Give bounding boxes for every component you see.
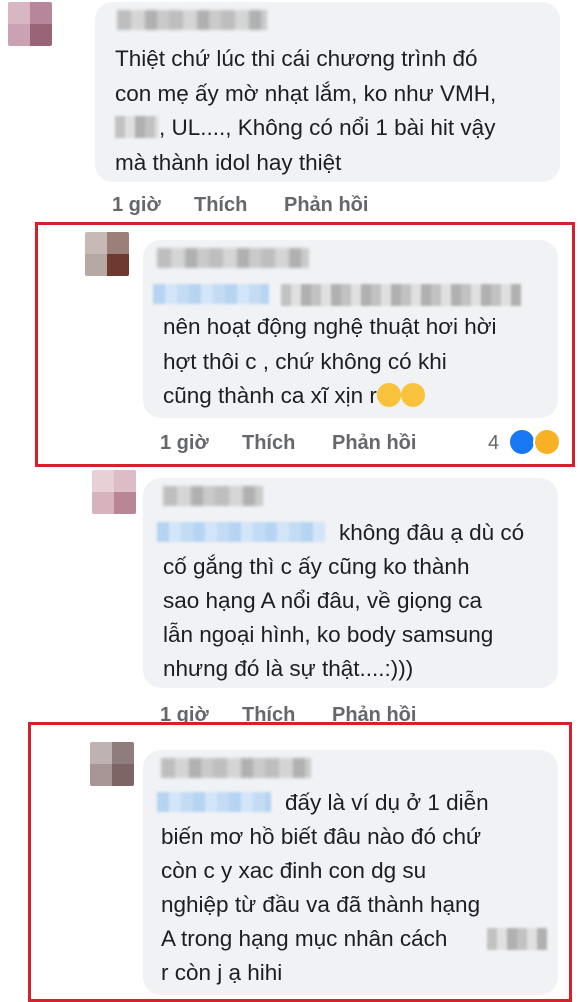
timestamp[interactable]: 1 giờ bbox=[112, 194, 161, 217]
blurred-text bbox=[487, 928, 547, 950]
author-name-blurred[interactable] bbox=[161, 758, 311, 778]
tagged-name-blurred[interactable] bbox=[157, 522, 325, 542]
comment-line: , UL...., Không có nổi 1 bài hit vậy bbox=[159, 115, 496, 140]
comment-line: nghiệp từ đầu va đã thành hạng bbox=[161, 892, 481, 917]
avatar[interactable] bbox=[90, 742, 134, 786]
avatar[interactable] bbox=[85, 232, 129, 276]
avatar[interactable] bbox=[8, 2, 52, 46]
comment-line: cố gắng thì c ấy cũng ko thành bbox=[163, 554, 470, 579]
comment-line: Thiệt chứ lúc thi cái chương trình đó bbox=[115, 46, 478, 71]
comment-line: sao hạng A nổi đâu, về giọng ca bbox=[163, 588, 483, 613]
reply-link[interactable]: Phản hồi bbox=[332, 432, 416, 455]
avatar[interactable] bbox=[92, 470, 136, 514]
comment-line: biến mơ hồ biết đâu nào đó chứ bbox=[161, 824, 482, 849]
like-link[interactable]: Thích bbox=[194, 194, 247, 217]
like-link[interactable]: Thích bbox=[242, 432, 295, 455]
comment-line: không đâu ạ dù có bbox=[339, 520, 525, 545]
comment-bubble: nên hoạt động nghệ thuật hơi hời hợt thô… bbox=[143, 240, 558, 418]
comment-line: r còn j ạ hihi bbox=[161, 960, 283, 985]
timestamp[interactable]: 1 giờ bbox=[160, 432, 209, 455]
author-name-blurred[interactable] bbox=[163, 486, 263, 506]
blurred-text bbox=[115, 116, 159, 138]
comment-bubble: không đâu ạ dù có cố gắng thì c ấy cũng … bbox=[143, 478, 558, 688]
comment-line: hợt thôi c , chứ không có khi bbox=[163, 349, 447, 374]
comment-line: nhưng đó là sự thật....:))) bbox=[163, 656, 414, 681]
haha-reaction-icon bbox=[533, 428, 561, 456]
crying-emoji-icon bbox=[400, 383, 425, 407]
comment-line: lẫn ngoại hình, ko body samsung bbox=[163, 622, 494, 647]
comment-line: A trong hạng mục nhân cách bbox=[161, 926, 448, 951]
comment-line: nên hoạt động nghệ thuật hơi hời bbox=[163, 314, 497, 339]
comment-line: cũng thành ca xĩ xịn r bbox=[163, 379, 425, 414]
comment-line: mà thành idol hay thiệt bbox=[115, 150, 342, 175]
crying-emoji-icon bbox=[376, 383, 401, 407]
author-name-blurred[interactable] bbox=[117, 10, 267, 30]
blurred-text bbox=[281, 284, 521, 306]
reaction-count[interactable]: 4 bbox=[488, 432, 499, 455]
like-reaction-icon bbox=[508, 428, 536, 456]
comment-bubble: đấy là ví dụ ở 1 diễn biến mơ hồ biết đâ… bbox=[143, 750, 558, 995]
comment-line: đấy là ví dụ ở 1 diễn bbox=[285, 790, 489, 815]
author-name-blurred[interactable] bbox=[157, 248, 309, 268]
comment-line: con mẹ ấy mờ nhạt lắm, ko như VMH, bbox=[115, 81, 497, 106]
tagged-name-blurred[interactable] bbox=[153, 284, 269, 304]
reply-link[interactable]: Phản hồi bbox=[284, 194, 368, 217]
comment-line: còn c y xac đinh con dg su bbox=[161, 858, 427, 883]
comment-bubble: Thiệt chứ lúc thi cái chương trình đó co… bbox=[95, 2, 560, 182]
tagged-name-blurred[interactable] bbox=[157, 792, 271, 812]
